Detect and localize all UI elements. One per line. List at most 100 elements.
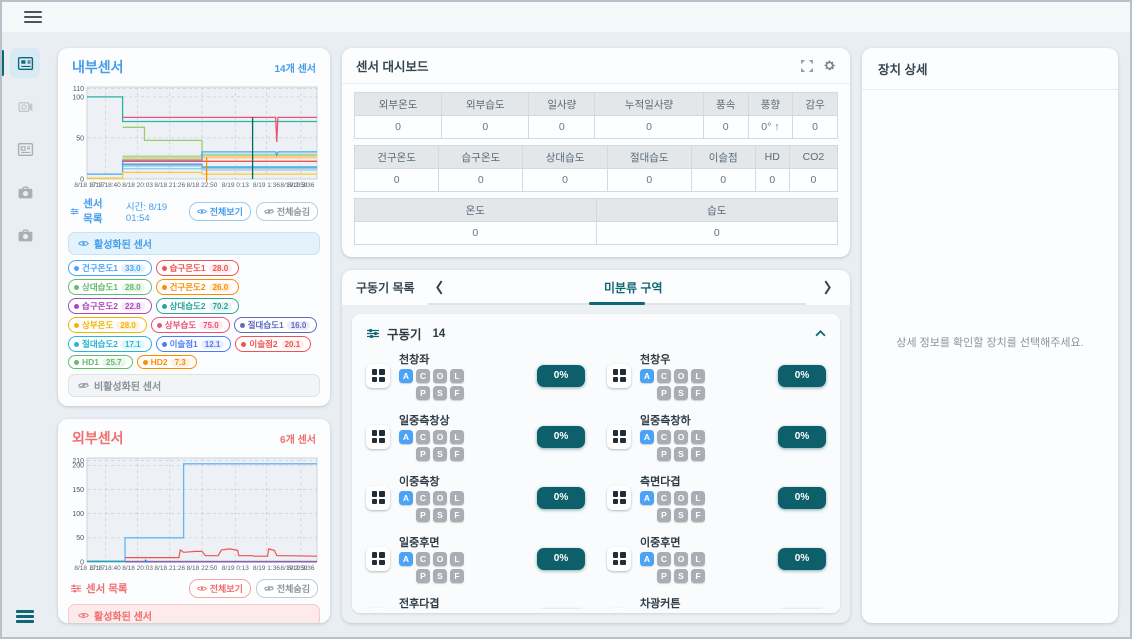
active-sensors-bar[interactable]: 활성화된 센서 — [68, 232, 320, 255]
mode-badge-C: C — [657, 552, 671, 566]
actuator-value-button[interactable]: 0% — [778, 365, 826, 387]
mode-badge-P: P — [657, 508, 671, 522]
collapse-group-button[interactable] — [815, 330, 826, 337]
show-all-button[interactable]: 전체보기 — [189, 202, 251, 221]
actuator-value-button[interactable]: 0% — [778, 609, 826, 610]
active-sensors-bar[interactable]: 활성화된 센서 — [68, 604, 320, 623]
grid-icon — [372, 369, 385, 382]
dashboard-column-header: 감우 — [793, 93, 838, 116]
sensor-chip[interactable]: 습구온도128.0 — [156, 260, 240, 276]
hide-all-button[interactable]: 전체숨김 — [256, 579, 318, 598]
sidebar-item-equipment[interactable] — [10, 91, 40, 121]
actuator-grid-button[interactable] — [366, 425, 390, 449]
actuator-value-button[interactable]: 0% — [537, 426, 585, 448]
mode-badge-S: S — [433, 447, 447, 461]
sensor-chip[interactable]: 건구온도133.0 — [68, 260, 152, 276]
chevron-left-icon — [435, 280, 444, 295]
actuator-value-button[interactable]: 0% — [537, 609, 585, 610]
chip-label: 상부온도 — [82, 319, 113, 331]
next-zone-arrow[interactable] — [819, 280, 836, 295]
actuator-value-button[interactable]: 0% — [537, 548, 585, 570]
chip-label: 절대습도1 — [248, 319, 284, 331]
actuator-grid-button[interactable] — [366, 547, 390, 571]
tab-unclassified-zone[interactable]: 미분류 구역 — [448, 279, 819, 296]
internal-sensor-panel: 내부센서 14개 센서 0501001108/18 17:178/18 18:4… — [58, 48, 330, 406]
mode-badge-P: P — [416, 447, 430, 461]
show-all-button[interactable]: 전체보기 — [189, 579, 251, 598]
internal-sensor-chips: 건구온도133.0습구온도128.0상대습도128.0건구온도226.0습구온도… — [58, 258, 330, 371]
dashboard-value-cell: 0 — [595, 116, 703, 139]
prev-zone-arrow[interactable] — [431, 280, 448, 295]
dashboard-column-header: 이슬점 — [691, 146, 755, 169]
sensor-chip[interactable]: HD27.3 — [137, 355, 197, 369]
chip-label: 상대습도1 — [82, 281, 118, 293]
dashboard-value-cell: 0 — [691, 169, 755, 192]
actuator-value-button[interactable]: 0% — [537, 487, 585, 509]
actuator-grid-button[interactable] — [607, 547, 631, 571]
external-panel-title: 외부센서 — [72, 428, 124, 448]
actuator-grid-button[interactable] — [366, 364, 390, 388]
sensor-chip[interactable]: 건구온도226.0 — [156, 279, 240, 295]
actuator-value-button[interactable]: 0% — [778, 487, 826, 509]
sensor-chip[interactable]: 이슬점220.1 — [235, 336, 311, 352]
sensor-chip[interactable]: 상부온도28.0 — [68, 317, 147, 333]
chip-value: 20.1 — [281, 340, 305, 349]
actuator-grid-button[interactable] — [607, 425, 631, 449]
actuator-group-panel: 구동기 14 천창좌ACOLPSF0%천창우ACOLPSF0%일중측창상ACOL… — [352, 314, 840, 613]
eye-off-icon — [78, 382, 89, 389]
sensor-chip[interactable]: 이슬점112.1 — [156, 336, 232, 352]
eye-off-icon — [264, 208, 274, 215]
mode-badge-O: O — [674, 430, 688, 444]
sensor-chip[interactable]: 절대습도116.0 — [234, 317, 318, 333]
mode-badge-O: O — [674, 552, 688, 566]
chip-value: 22.8 — [121, 302, 145, 311]
sensor-chip[interactable]: 상부습도75.0 — [151, 317, 230, 333]
dashboard-column-header: 습도 — [596, 199, 838, 222]
fullscreen-icon[interactable] — [801, 60, 813, 72]
actuator-grid-button[interactable] — [607, 364, 631, 388]
mode-badge-F: F — [691, 569, 705, 583]
sensor-chip[interactable]: 상대습도128.0 — [68, 279, 152, 295]
actuator-panel-title: 구동기 목록 — [356, 279, 415, 296]
sensor-chip[interactable]: 상대습도270.2 — [156, 298, 240, 314]
chart-x-axis-labels: 8/18 17:178/18 18:408/18 20:038/18 21:26… — [68, 565, 320, 574]
chip-color-dot — [162, 285, 167, 290]
mode-badge-F: F — [450, 386, 464, 400]
chip-value: 7.3 — [171, 358, 190, 367]
gear-icon[interactable] — [823, 59, 836, 72]
inactive-sensors-bar[interactable]: 비활성화된 센서 — [68, 374, 320, 397]
sidebar-item-camera-1[interactable] — [10, 177, 40, 207]
actuator-grid-button[interactable] — [366, 608, 390, 610]
sidebar-item-camera-2[interactable] — [10, 220, 40, 250]
mode-badge-C: C — [657, 491, 671, 505]
chip-value: 28.0 — [209, 264, 233, 273]
actuator-grid-button[interactable] — [366, 486, 390, 510]
actuator-value-button[interactable]: 0% — [778, 426, 826, 448]
dashboard-column-header: 일사량 — [529, 93, 595, 116]
detail-panel-title: 장치 상세 — [862, 48, 1118, 90]
sensor-chip[interactable]: HD125.7 — [68, 355, 133, 369]
actuator-name: 전후다겹 — [399, 595, 528, 609]
sidebar-item-dashboard[interactable] — [10, 48, 40, 78]
dashboard-tables: 외부온도외부습도일사량누적일사량풍속풍향감우000000° ↑0건구온도습구온도… — [342, 84, 850, 257]
mode-badge-P: P — [416, 508, 430, 522]
dashboard-value-cell: 0 — [703, 116, 748, 139]
grid-icon — [613, 369, 626, 382]
eye-icon — [78, 240, 89, 247]
hide-all-button[interactable]: 전체숨김 — [256, 202, 318, 221]
sidebar-item-layout[interactable] — [10, 134, 40, 164]
actuator-grid-button[interactable] — [607, 486, 631, 510]
sensor-chip[interactable]: 절대습도217.1 — [68, 336, 152, 352]
menu-hamburger-icon[interactable] — [24, 8, 42, 26]
dashboard-column-header: 온도 — [355, 199, 597, 222]
chart-x-axis-labels: 8/18 17:178/18 18:408/18 20:038/18 21:26… — [68, 182, 320, 191]
sidebar-collapse-hamburger-icon[interactable] — [16, 608, 34, 626]
mode-badge-C: C — [416, 369, 430, 383]
chevron-right-icon — [823, 280, 832, 295]
chip-color-dot — [162, 266, 167, 271]
sensor-chip[interactable]: 습구온도222.8 — [68, 298, 152, 314]
actuator-value-button[interactable]: 0% — [778, 548, 826, 570]
actuator-value-button[interactable]: 0% — [537, 365, 585, 387]
actuator-grid-button[interactable] — [607, 608, 631, 610]
chip-value: 17.1 — [121, 340, 145, 349]
